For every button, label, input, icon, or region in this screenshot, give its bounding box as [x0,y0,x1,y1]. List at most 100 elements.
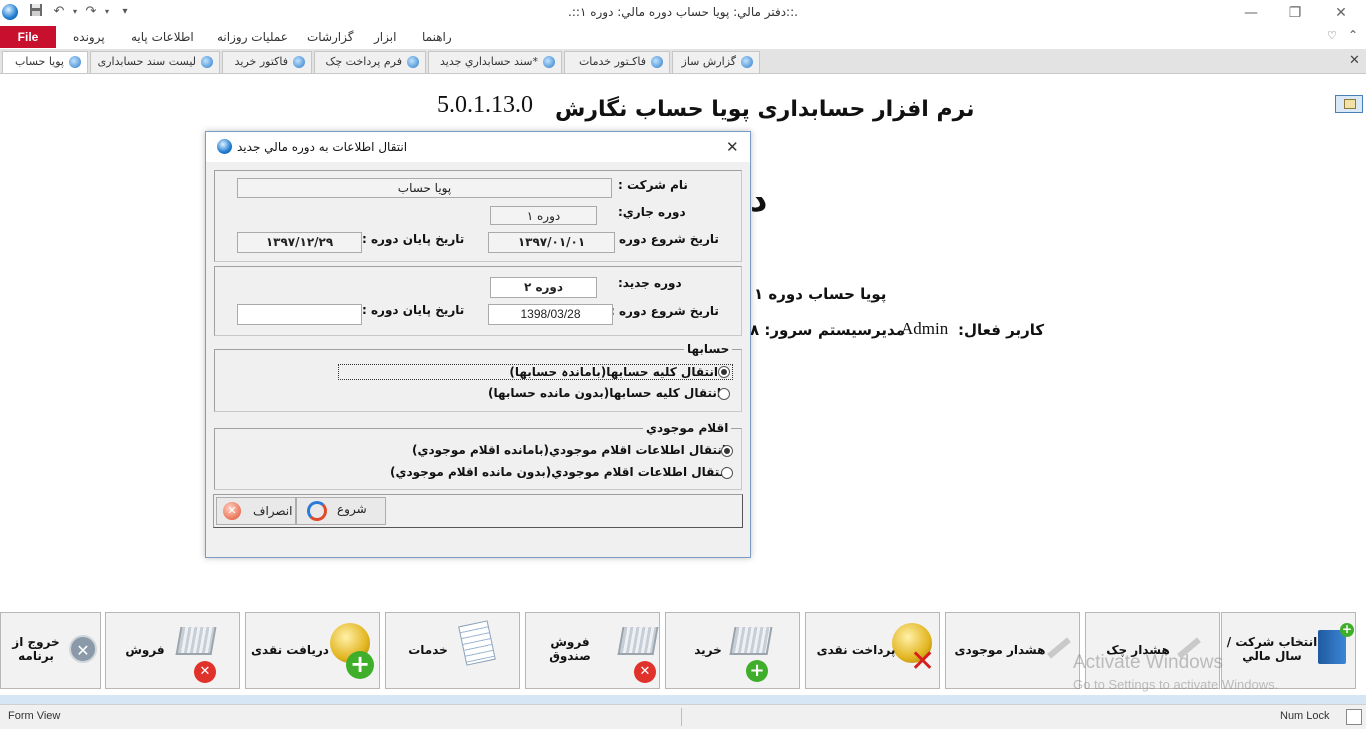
menu-reports[interactable]: گزارشات [307,30,353,44]
current-period-field: دوره ۱ [490,206,597,225]
cash-receipt-button[interactable]: + دریافت نقدی [245,612,380,689]
pen-icon [1047,637,1071,659]
cancel-icon: ✕ [223,502,241,520]
dialog-title: انتقال اطلاعات به دوره مالي جدید [237,140,408,154]
tab-purchase-invoice[interactable]: فاکتور خرید [222,51,312,73]
app-title: نرم افزار حسابداری پویا حساب نگارش [555,97,975,122]
tab-label: فرم پرداخت چک [325,55,402,68]
services-button[interactable]: خدمات [385,612,520,689]
inventory-option-2-radio[interactable] [721,467,733,479]
activation-watermark-subtitle: Go to Settings to activate Windows. [1073,677,1279,692]
tab-label: *سند حسابداري جدید [440,55,538,68]
inventory-option-1-label[interactable]: انتقال اطلاعات اقلام موجودي(بامانده اقلا… [412,443,726,457]
tab-icon [741,56,753,68]
menu-tools[interactable]: ابزار [374,30,396,44]
company-name-field: پویا حساب [237,178,612,198]
company-period-text: پویا حساب دوره ۱ [754,285,887,303]
status-bar: Form View Num Lock [0,704,1366,729]
tab-pouya-hesab[interactable]: پویا حساب [2,51,88,73]
tab-label: فاکـتور خدمات [578,55,646,68]
menu-base-info[interactable]: اطلاعات پایه [131,30,194,44]
cart-icon [175,627,217,655]
cash-sales-button[interactable]: ✕ فروش صندوق [525,612,660,689]
sales-label: فروش [125,643,165,657]
cash-payment-button[interactable]: ✕ پرداخت نقدی [805,612,940,689]
add-badge-icon: + [1340,622,1354,637]
ribbon-menu-bar: File پرونده اطلاعات پایه عملیات روزانه گ… [0,26,1366,49]
new-end-date-field[interactable] [237,304,362,325]
current-end-date-label: تاریخ پایان دوره : [362,232,465,246]
dialog-close-button[interactable]: ✕ [726,138,739,156]
resize-grip-icon[interactable] [1346,709,1362,725]
tab-new-voucher[interactable]: *سند حسابداري جدید [428,51,562,73]
user-role: مدیرسیستم [818,321,905,339]
inventory-alert-button[interactable]: هشدار موجودی [945,612,1080,689]
accounts-option-2-label[interactable]: انتقال کلیه حسابها(بدون مانده حسابها) [488,386,721,400]
active-user-name: Admin [901,319,949,338]
accounts-option-1[interactable]: انتقال کلیه حسابها(باماندہ حسابها) [338,364,733,380]
exit-button[interactable]: ✕ خروج از برنامه [0,612,101,689]
purchase-button[interactable]: + خرید [665,612,800,689]
dialog-title-bar: انتقال اطلاعات به دوره مالي جدید ✕ [206,132,750,162]
purchase-label: خرید [694,643,722,657]
new-start-date-field[interactable]: 1398/03/28 [488,304,613,325]
menu-help[interactable]: راهنما [422,30,452,44]
close-button[interactable]: ✕ [1318,0,1364,26]
file-tab[interactable]: File [0,26,56,48]
dialog-logo-icon [217,139,232,154]
minimize-button[interactable]: — [1228,0,1274,26]
sales-button[interactable]: ✕ فروش [105,612,240,689]
close-tab-icon[interactable]: ✕ [1349,53,1360,68]
status-form-view: Form View [8,710,61,722]
new-start-date-label: تاریخ شروع دوره : [610,304,719,318]
accounts-group [214,349,742,412]
tab-service-invoice[interactable]: فاکـتور خدمات [564,51,670,73]
accounts-option-1-radio[interactable] [718,366,730,378]
tab-voucher-list[interactable]: لیست سند حسابداری [90,51,220,73]
activation-watermark-title: Activate Windows [1073,652,1223,673]
cash-receipt-label: دریافت نقدی [251,643,329,657]
inventory-alert-label: هشدار موجودی [954,643,1046,657]
start-label: شروع [337,502,367,516]
tab-icon [293,56,305,68]
ribbon-collapse-icon[interactable]: ♡ [1327,29,1337,42]
tab-icon [201,56,213,68]
start-button[interactable]: شروع [296,497,386,525]
menu-parvandeh[interactable]: پرونده [73,30,105,44]
inventory-group [214,428,742,490]
tab-label: فاکتور خرید [234,55,288,68]
tab-report-builder[interactable]: گزارش ساز [672,51,760,73]
inventory-option-1-radio[interactable] [721,445,733,457]
menu-daily-ops[interactable]: عملیات روزانه [217,30,288,44]
accounts-option-2-radio[interactable] [718,388,730,400]
tab-label: لیست سند حسابداری [97,55,196,68]
new-period-label: دوره جدید: [618,276,682,290]
form-settings-icon[interactable] [1335,95,1363,113]
add-badge-icon: + [746,660,768,682]
option-label: انتقال کلیه حسابها(باماندہ حسابها) [509,365,718,379]
app-version: 5.0.1.13.0 [437,92,533,118]
cancel-label: انصراف [253,504,293,518]
remove-badge-icon: ✕ [194,661,216,683]
select-company-label: انتخاب شرکت / سال مالي [1226,635,1318,663]
current-end-date-field: ۱۳۹۷/۱۲/۲۹ [237,232,362,253]
ribbon-toggle-icon[interactable]: ⌃ [1348,28,1358,42]
services-label: خدمات [408,643,448,657]
server-label: سرور: ۸ [750,321,813,339]
current-period-label: دوره جاري: [618,205,686,219]
tab-cheque-payment[interactable]: فرم پرداخت چک [314,51,426,73]
inventory-option-2-label[interactable]: انتقال اطلاعات اقلام موجودي(بدون مانده ا… [390,465,728,479]
refresh-icon [307,501,327,521]
title-bar: ↶ ▾ ↷ ▾ ▾ .::دفتر مالي: پویا حساب دوره م… [0,0,1366,26]
add-badge-icon: + [346,651,374,679]
current-start-date-field: ۱۳۹۷/۰۱/۰۱ [488,232,615,253]
tab-label: پویا حساب [15,55,64,68]
restore-button[interactable]: ❐ [1272,0,1318,26]
exit-label: خروج از برنامه [12,635,60,663]
status-num-lock: Num Lock [1280,710,1330,722]
cash-payment-label: پرداخت نقدی [816,643,896,657]
remove-badge-icon: ✕ [910,644,936,679]
cancel-button[interactable]: ✕ انصراف [216,497,296,525]
new-period-field[interactable]: دوره ۲ [490,277,597,298]
tab-label: گزارش ساز [681,55,736,68]
